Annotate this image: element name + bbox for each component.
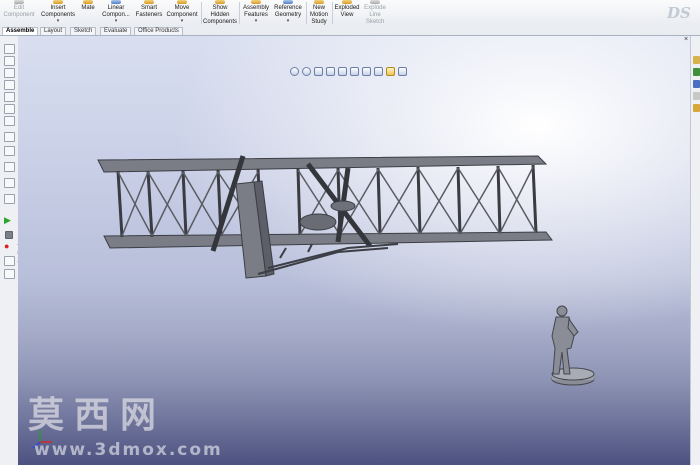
resources-tab-icon[interactable] xyxy=(693,56,700,64)
exploded-view-button[interactable]: Exploded View xyxy=(334,0,360,26)
tab-assemble[interactable]: Assemble xyxy=(2,27,39,35)
show-hidden-icon xyxy=(215,0,225,4)
measure-icon[interactable] xyxy=(4,146,15,156)
assembly-features-button[interactable]: Assembly Features ▾ xyxy=(241,0,271,26)
show-hidden-components-button[interactable]: Show Hidden Components xyxy=(203,0,237,26)
apply-scene-icon[interactable] xyxy=(386,66,395,76)
assembly-features-label: Assembly Features xyxy=(242,5,269,18)
edit-appearance-icon[interactable] xyxy=(374,66,383,76)
command-manager-tabs: Assemble Layout Sketch Evaluate Office P… xyxy=(0,26,700,36)
file-explorer-tab-icon[interactable] xyxy=(693,80,700,88)
edit-component-label: Edit Component xyxy=(3,5,35,18)
explode-line-sketch-button[interactable]: Explode Line Sketch xyxy=(362,0,388,26)
display-style-icon[interactable] xyxy=(350,66,359,76)
engine-hub xyxy=(299,213,337,231)
insert-components-button[interactable]: Insert Components ▾ xyxy=(40,0,76,26)
show-hidden-label: Show Hidden Components xyxy=(202,5,238,25)
options-icon[interactable] xyxy=(4,132,15,142)
print-icon[interactable] xyxy=(4,80,15,90)
design-library-tab-icon[interactable] xyxy=(693,68,700,76)
reference-geometry-icon xyxy=(283,0,293,4)
task-pane-tabs xyxy=(690,36,700,465)
dropdown-arrow-icon[interactable]: ▾ xyxy=(115,19,118,24)
wright-flyer-model xyxy=(97,155,553,279)
image-icon[interactable] xyxy=(4,269,15,279)
open-icon[interactable] xyxy=(4,56,15,66)
command-manager-ribbon: Edit Component Insert Components ▾ Mate … xyxy=(0,0,700,27)
svg-text:DS: DS xyxy=(666,4,691,21)
edit-component-icon xyxy=(14,0,24,4)
section-view-icon[interactable] xyxy=(326,66,335,76)
ribbon-separator xyxy=(239,2,240,24)
move-component-label: Move Component xyxy=(166,5,198,18)
view-orientation-icon[interactable] xyxy=(338,66,347,76)
explode-line-sketch-label: Explode Line Sketch xyxy=(364,5,386,25)
exploded-view-icon xyxy=(342,0,352,4)
tab-sketch[interactable]: Sketch xyxy=(70,27,97,35)
photo-icon[interactable] xyxy=(4,256,15,266)
watermark-url: www.3dmox.com xyxy=(34,440,223,460)
ribbon-separator xyxy=(306,2,307,24)
solidworks-logo: DS xyxy=(666,3,694,22)
move-component-icon xyxy=(177,0,187,4)
linear-component-pattern-button[interactable]: Linear Compon... ▾ xyxy=(100,0,132,26)
hide-show-items-icon[interactable] xyxy=(362,66,371,76)
new-icon[interactable] xyxy=(4,44,15,54)
heads-up-view-toolbar xyxy=(290,66,407,76)
stop-icon[interactable] xyxy=(5,231,13,239)
figure-head xyxy=(556,305,568,317)
previous-view-icon[interactable] xyxy=(314,66,323,76)
new-motion-study-label: New Motion Study xyxy=(309,5,328,25)
insert-components-label: Insert Components xyxy=(40,5,76,18)
mate-icon xyxy=(83,0,93,4)
record-icon[interactable]: ● xyxy=(4,242,13,251)
assembly-features-icon xyxy=(251,0,261,4)
dropdown-arrow-icon[interactable]: ▾ xyxy=(287,19,290,24)
play-icon[interactable]: ▶ xyxy=(4,216,13,225)
upper-wing xyxy=(97,155,548,173)
smart-fasteners-button[interactable]: Smart Fasteners xyxy=(134,0,164,26)
linear-pattern-label: Linear Compon... xyxy=(102,5,130,18)
close-icon[interactable]: × xyxy=(684,36,688,43)
appearance-icon[interactable] xyxy=(4,194,15,204)
reference-geometry-label: Reference Geometry xyxy=(274,5,302,18)
mate-label: Mate xyxy=(81,5,95,11)
ribbon-separator xyxy=(332,2,333,24)
insert-components-icon xyxy=(53,0,63,4)
tab-layout[interactable]: Layout xyxy=(40,27,67,35)
linear-pattern-icon xyxy=(111,0,121,4)
exploded-view-label: Exploded View xyxy=(334,5,360,18)
new-motion-study-button[interactable]: New Motion Study xyxy=(308,0,330,26)
mate-button[interactable]: Mate xyxy=(78,0,98,26)
dropdown-arrow-icon[interactable]: ▾ xyxy=(255,19,258,24)
select-icon[interactable] xyxy=(4,104,15,114)
engine-block xyxy=(330,200,356,212)
motion-study-icon xyxy=(314,0,324,4)
tab-office-products[interactable]: Office Products xyxy=(134,27,183,35)
zoom-to-fit-icon[interactable] xyxy=(290,66,299,76)
undo-icon[interactable] xyxy=(4,92,15,102)
view-settings-icon[interactable] xyxy=(398,66,407,76)
appearances-tab-icon[interactable] xyxy=(693,104,700,112)
reference-geometry-button[interactable]: Reference Geometry ▾ xyxy=(272,0,304,26)
lower-wing xyxy=(103,231,553,249)
section-icon[interactable] xyxy=(4,162,15,172)
view-palette-tab-icon[interactable] xyxy=(693,92,700,100)
tab-evaluate[interactable]: Evaluate xyxy=(100,27,132,35)
watermark-logo: 莫西网 xyxy=(28,395,167,436)
interference-icon[interactable] xyxy=(4,178,15,188)
explode-line-sketch-icon xyxy=(370,0,380,4)
smart-fasteners-label: Smart Fasteners xyxy=(135,5,163,18)
smart-fasteners-icon xyxy=(144,0,154,4)
ribbon-separator xyxy=(201,2,202,24)
dropdown-arrow-icon[interactable]: ▾ xyxy=(57,19,60,24)
edit-component-button[interactable]: Edit Component xyxy=(3,0,35,26)
zoom-to-area-icon[interactable] xyxy=(302,66,311,76)
rebuild-icon[interactable] xyxy=(4,116,15,126)
dropdown-arrow-icon[interactable]: ▾ xyxy=(181,19,184,24)
move-component-button[interactable]: Move Component ▾ xyxy=(166,0,198,26)
save-icon[interactable] xyxy=(4,68,15,78)
